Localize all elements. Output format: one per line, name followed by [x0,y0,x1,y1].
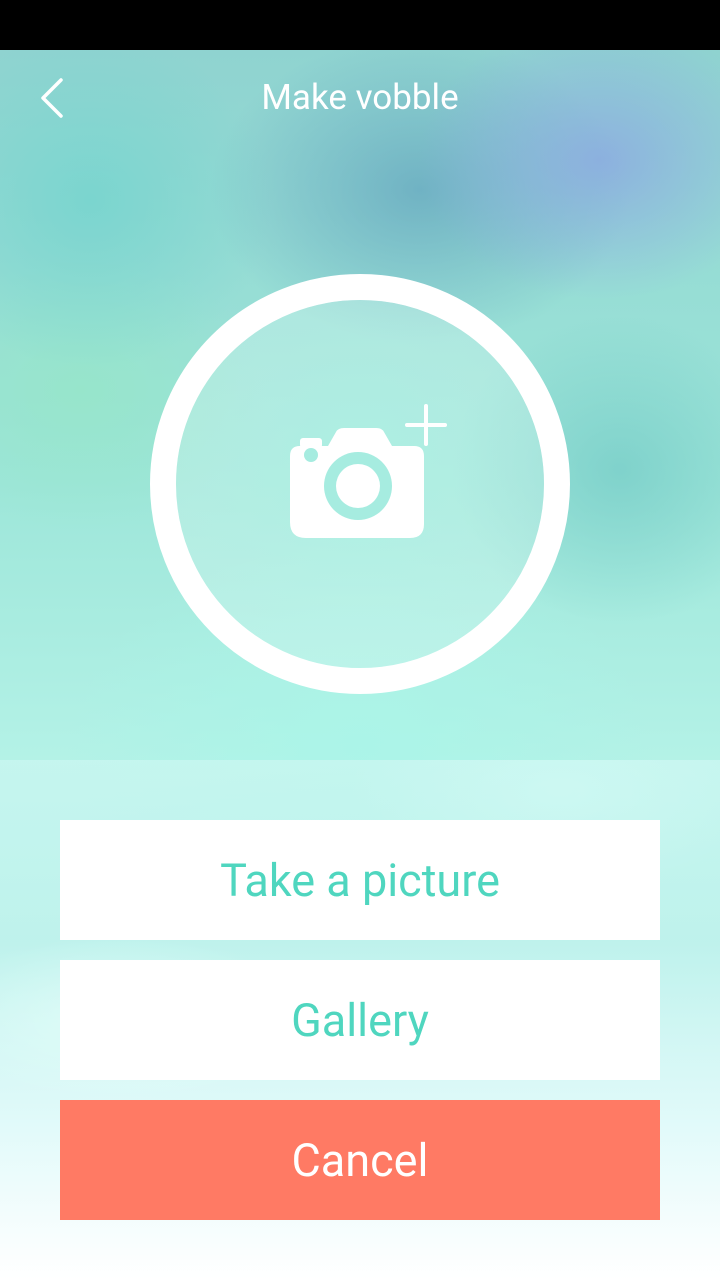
take-picture-button[interactable]: Take a picture [60,820,660,940]
camera-plus-icon [290,404,447,538]
cancel-button[interactable]: Cancel [60,1100,660,1220]
gallery-button[interactable]: Gallery [60,960,660,1080]
page-title: Make vobble [261,77,459,118]
status-bar [0,0,720,50]
screen: Make vobble Take a picture Gallery Cance… [0,0,720,1280]
